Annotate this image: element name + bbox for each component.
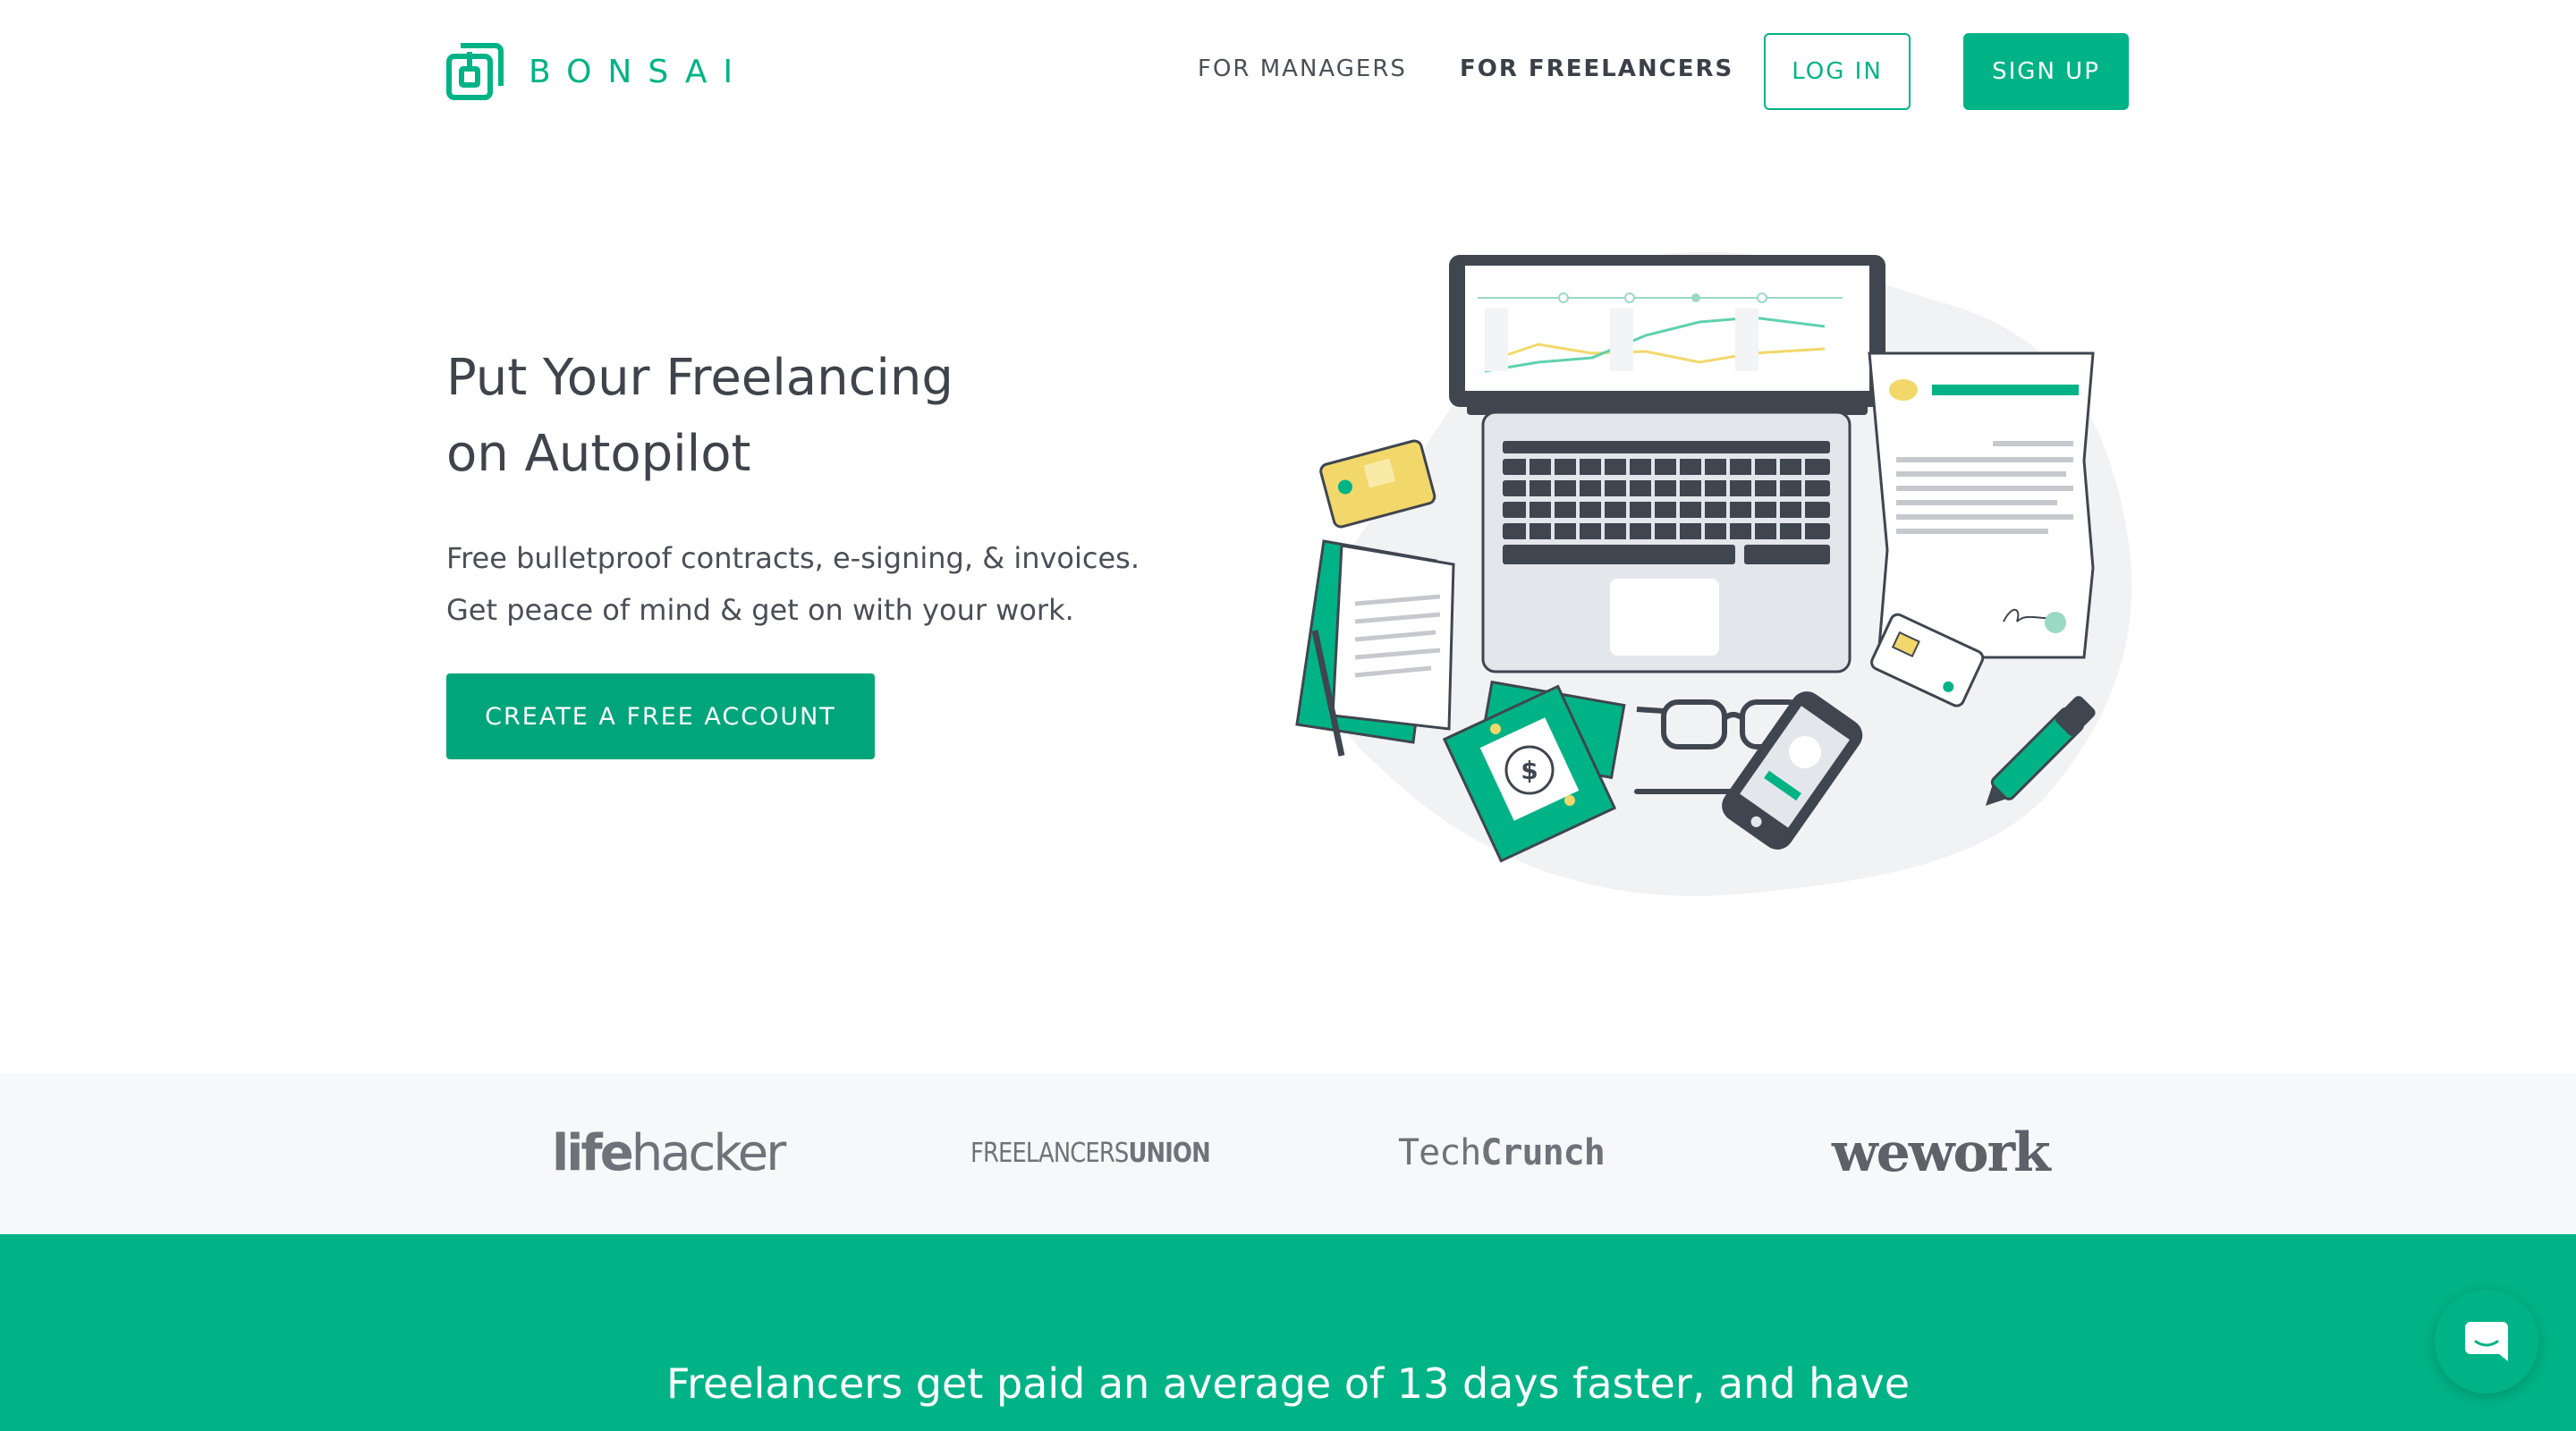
lifehacker-logo: life hacker — [552, 1122, 787, 1184]
hero-illustration: $ — [1295, 251, 2132, 896]
hero-title-line1: Put Your Freelancing — [446, 349, 953, 407]
stats-section: Freelancers get paid an average of 13 da… — [0, 1234, 2576, 1431]
stats-headline: Freelancers get paid an average of 13 da… — [665, 1359, 1911, 1408]
notebook-icon — [1295, 539, 1455, 757]
freelancers-union-logo: FREELANCERS UNION — [970, 1122, 1211, 1184]
chat-launcher-button[interactable] — [2435, 1290, 2538, 1393]
signup-button[interactable]: SIGN UP — [1963, 33, 2129, 110]
techcrunch-logo-tech: Tech — [1398, 1132, 1481, 1173]
hero-title: Put Your Freelancing on Autopilot — [446, 340, 1162, 492]
nav-for-freelancers[interactable]: FOR FREELANCERS — [1460, 55, 1733, 82]
nav-for-managers[interactable]: FOR MANAGERS — [1198, 55, 1407, 82]
lifehacker-logo-life: life — [552, 1123, 634, 1182]
site-header: BONSAI FOR MANAGERS FOR FREELANCERS LOG … — [0, 0, 2576, 143]
create-account-button[interactable]: CREATE A FREE ACCOUNT — [446, 673, 875, 759]
hero-subtitle-line2: Get peace of mind & get on with your wor… — [446, 593, 1074, 627]
hero-subtitle-line1: Free bulletproof contracts, e-signing, &… — [446, 541, 1140, 575]
press-logos-band: life hacker FREELANCERS UNION Tech Crunch w… — [0, 1073, 2576, 1234]
svg-text:$: $ — [1521, 756, 1538, 785]
techcrunch-logo: Tech Crunch — [1398, 1122, 1606, 1184]
wework-logo: wework — [1832, 1122, 2051, 1184]
chat-icon — [2465, 1322, 2508, 1361]
contract-document-icon — [1868, 351, 2095, 659]
hero-subtitle: Free bulletproof contracts, e-signing, &… — [446, 532, 1251, 636]
bonsai-logo-icon — [446, 43, 504, 100]
hero-title-line2: on Autopilot — [446, 425, 751, 483]
bonsai-logo[interactable]: BONSAI — [446, 43, 749, 100]
freelancers-union-logo-a: FREELANCERS — [970, 1137, 1129, 1169]
brand-name: BONSAI — [529, 53, 750, 90]
login-button[interactable]: LOG IN — [1764, 33, 1911, 110]
laptop-icon — [1449, 255, 1885, 673]
freelancers-union-logo-b: UNION — [1128, 1137, 1210, 1169]
techcrunch-logo-crunch: Crunch — [1480, 1132, 1605, 1173]
lifehacker-logo-hacker: hacker — [631, 1123, 787, 1182]
